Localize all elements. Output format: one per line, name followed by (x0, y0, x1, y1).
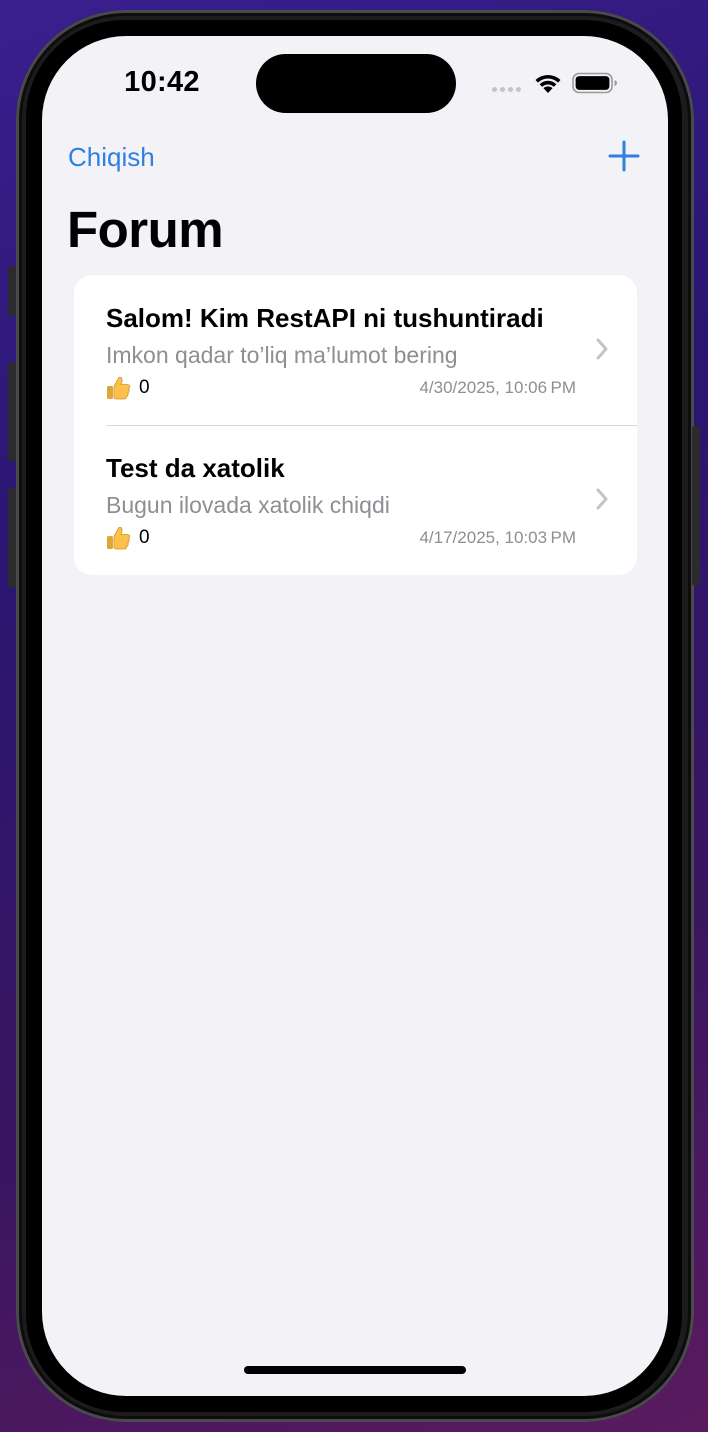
like-counter: 0 (106, 375, 150, 400)
thumbs-up-icon (107, 526, 131, 550)
like-counter: 0 (106, 525, 150, 550)
like-count: 0 (139, 376, 150, 398)
home-indicator[interactable] (244, 1366, 466, 1374)
app-screen: 10:42 Chiqish Forum Salom! Kim RestAPI n… (42, 36, 668, 1396)
battery-icon (572, 72, 617, 94)
post-meta: 0 4/30/2025, 10:06 PM (106, 375, 576, 401)
post-date: 4/17/2025, 10:03 PM (419, 528, 576, 547)
logout-button[interactable]: Chiqish (68, 142, 155, 173)
post-meta: 0 4/17/2025, 10:03 PM (106, 525, 576, 551)
action-button (8, 266, 16, 316)
volume-down-button (8, 488, 16, 588)
power-button (692, 426, 700, 586)
list-item[interactable]: Test da xatolik Bugun ilovada xatolik ch… (74, 425, 637, 575)
posts-list: Salom! Kim RestAPI ni tushuntiradi Imkon… (74, 275, 637, 575)
plus-icon[interactable] (608, 140, 640, 172)
chevron-right-icon (596, 488, 608, 510)
post-subtitle: Imkon qadar to’liq ma’lumot bering (106, 342, 458, 368)
like-count: 0 (139, 526, 150, 548)
post-title: Salom! Kim RestAPI ni tushuntiradi (106, 303, 544, 333)
volume-up-button (8, 362, 16, 462)
post-date: 4/30/2025, 10:06 PM (419, 378, 576, 397)
chevron-right-icon (596, 338, 608, 360)
page-title: Forum (67, 201, 224, 258)
status-time: 10:42 (124, 66, 200, 98)
cellular-signal-icon (492, 87, 521, 92)
post-subtitle: Bugun ilovada xatolik chiqdi (106, 492, 390, 518)
post-title: Test da xatolik (106, 453, 285, 483)
thumbs-up-icon (107, 376, 131, 400)
dynamic-island (256, 54, 456, 113)
list-item[interactable]: Salom! Kim RestAPI ni tushuntiradi Imkon… (74, 275, 637, 425)
wifi-icon (535, 74, 561, 93)
